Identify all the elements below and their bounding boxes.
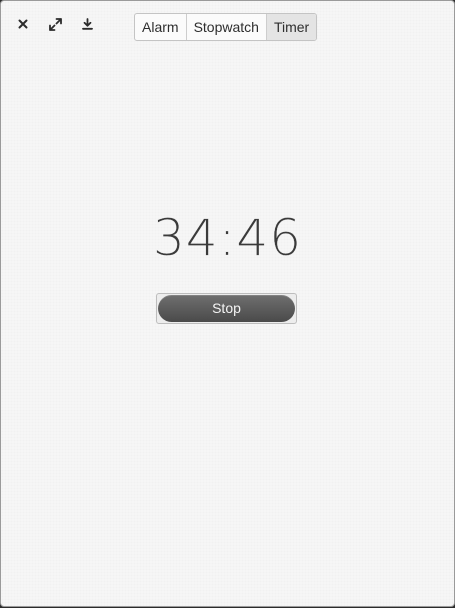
mode-switcher: Alarm Stopwatch Timer [134, 13, 318, 41]
close-button[interactable] [12, 13, 34, 35]
mode-timer[interactable]: Timer [265, 14, 317, 40]
stop-button[interactable]: Stop [158, 295, 295, 322]
timer-display: 34:46 [152, 209, 303, 267]
minimize-button[interactable] [76, 13, 98, 35]
clock-window: Alarm Stopwatch Timer 34:46 Stop [0, 0, 455, 607]
close-icon [18, 19, 28, 29]
maximize-button[interactable] [44, 13, 66, 35]
maximize-icon [48, 17, 62, 31]
minimize-icon [81, 18, 93, 30]
titlebar: Alarm Stopwatch Timer [1, 1, 454, 45]
stop-button-frame: Stop [156, 293, 297, 324]
mode-alarm[interactable]: Alarm [135, 14, 186, 40]
mode-stopwatch[interactable]: Stopwatch [185, 14, 266, 40]
